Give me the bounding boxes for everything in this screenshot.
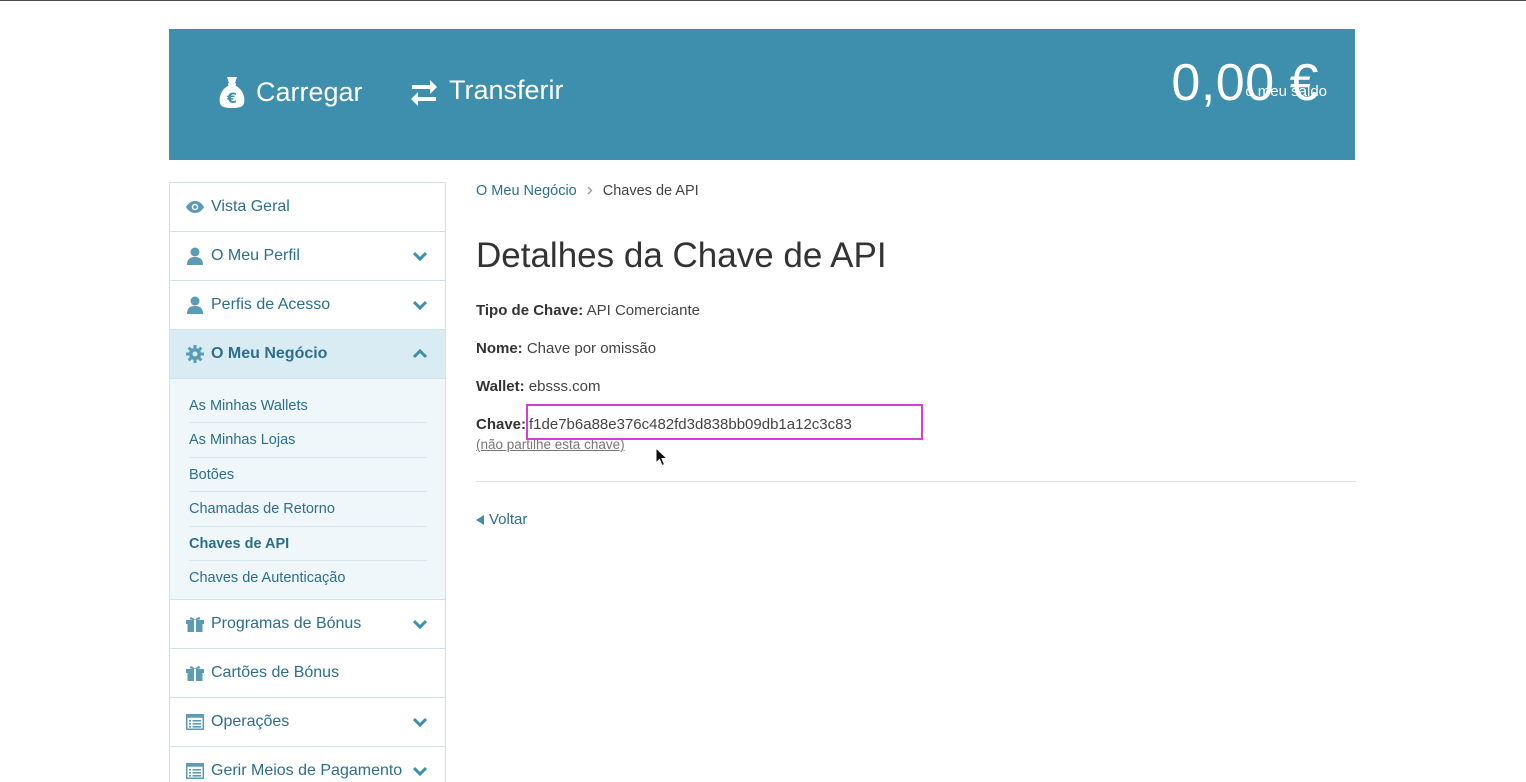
sidebar-item-operations[interactable]: Operações [170,698,445,748]
transfer-button[interactable]: Transferir [409,75,564,106]
breadcrumb: O Meu Negócio Chaves de API [476,183,699,199]
sidebar-item-my-profile[interactable]: O Meu Perfil [170,232,445,281]
sidebar-item-overview[interactable]: Vista Geral [170,183,445,232]
sidebar-item-label: O Meu Negócio [211,345,328,362]
sidebar-item-label: Perfis de Acesso [211,296,331,313]
sidebar-item-label: O Meu Perfil [211,247,300,264]
sidebar: Vista Geral O Meu Perfil Perfis de Acess… [169,182,446,782]
wallet-field: Wallet: ebsss.com [476,378,601,395]
key-warning-text: (não partilhe esta chave) [476,437,625,452]
chevron-down-icon[interactable] [413,299,427,311]
back-label: Voltar [489,511,528,528]
wallet-label: Wallet: [476,378,525,395]
key-name-label: Nome: [476,340,523,357]
chevron-down-icon[interactable] [413,765,427,777]
header-banner: € Carregar Transferir 0,00 € o meu saldo [169,29,1355,160]
chevron-up-icon[interactable] [413,348,427,360]
transfer-arrows-icon [409,76,439,106]
window-top-border [0,0,1526,1]
caret-left-icon [476,514,484,525]
gift-icon [186,664,204,682]
page-title: Detalhes da Chave de API [476,236,887,275]
submenu-item-buttons[interactable]: Botões [189,458,427,493]
back-link[interactable]: Voltar [476,511,527,528]
sidebar-submenu: As Minhas Wallets As Minhas Lojas Botões… [170,379,445,601]
balance-label: o meu saldo [1245,83,1327,100]
submenu-item-wallets[interactable]: As Minhas Wallets [189,389,427,424]
load-button[interactable]: € Carregar [217,75,363,109]
sidebar-item-payment-methods[interactable]: Gerir Meios de Pagamento [170,747,445,782]
gift-icon [186,615,204,633]
money-bag-euro-icon: € [217,75,247,109]
chevron-down-icon[interactable] [413,250,427,262]
sidebar-item-access-profiles[interactable]: Perfis de Acesso [170,281,445,330]
key-type-label: Tipo de Chave: [476,302,584,319]
submenu-item-callbacks[interactable]: Chamadas de Retorno [189,492,427,527]
user-icon [186,296,204,314]
breadcrumb-current: Chaves de API [602,183,699,199]
key-name-field: Nome: Chave por omissão [476,340,656,357]
submenu-item-api-keys[interactable]: Chaves de API [189,527,427,561]
chevron-right-icon [587,184,593,198]
user-icon [186,247,204,265]
chevron-down-icon[interactable] [413,716,427,728]
chevron-down-icon[interactable] [413,618,427,630]
sidebar-item-my-business[interactable]: O Meu Negócio [170,330,445,379]
submenu-item-auth-keys[interactable]: Chaves de Autenticação [189,561,427,595]
mouse-cursor-icon [655,447,669,467]
key-type-field: Tipo de Chave: API Comerciante [476,302,700,319]
gear-icon [186,345,204,363]
key-name-value: Chave por omissão [526,340,657,357]
sidebar-item-label: Vista Geral [211,198,290,215]
sidebar-item-label: Operações [211,713,290,731]
sidebar-item-label: Programas de Bónus [211,615,362,633]
divider [476,481,1356,482]
key-field: Chave: [476,416,526,433]
sidebar-item-bonus-programs[interactable]: Programas de Bónus [170,600,445,650]
load-label: Carregar [256,76,363,107]
sidebar-item-label: Gerir Meios de Pagamento [211,762,403,780]
sidebar-item-bonus-cards[interactable]: Cartões de Bónus [170,649,445,699]
breadcrumb-link-my-business[interactable]: O Meu Negócio [476,183,577,199]
eye-icon [186,198,204,216]
submenu-item-stores[interactable]: As Minhas Lojas [189,423,427,458]
api-key-value[interactable]: f1de7b6a88e376c482fd3d838bb09db1a12c3c83 [529,416,852,433]
sidebar-item-label: Cartões de Bónus [211,664,340,682]
wallet-value: ebsss.com [528,378,601,395]
list-icon [186,762,204,780]
transfer-label: Transferir [449,75,564,105]
key-label: Chave: [476,416,527,433]
list-icon [186,713,204,731]
key-type-value: API Comerciante [586,302,700,319]
svg-text:€: € [226,91,237,107]
